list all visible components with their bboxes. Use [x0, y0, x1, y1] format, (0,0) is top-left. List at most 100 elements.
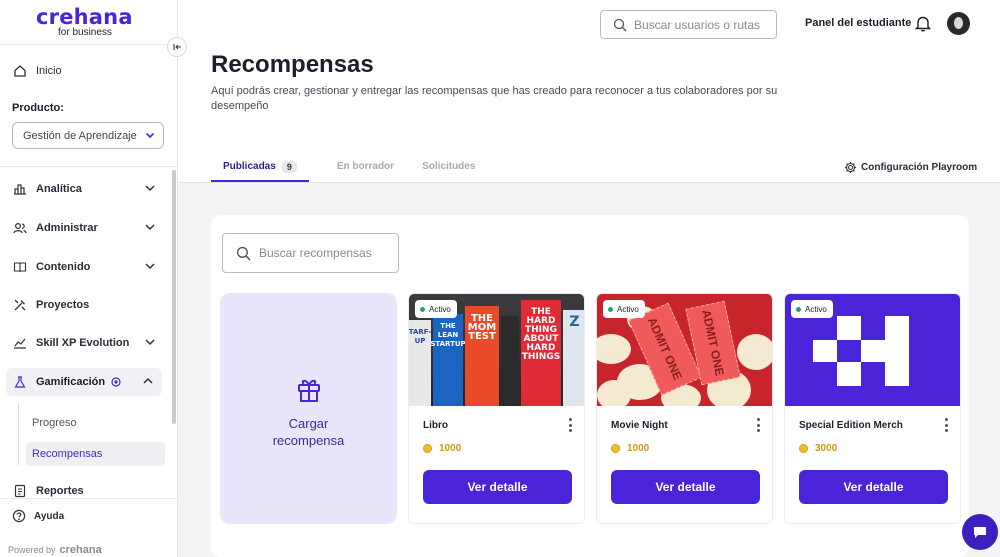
page-header: Recompensas Aquí podrás crear, gestionar… [178, 50, 1000, 183]
view-detail-button[interactable]: Ver detalle [799, 470, 948, 504]
points-value: 1000 [439, 443, 462, 454]
points-value: 3000 [815, 443, 838, 454]
popcorn-kernel [597, 380, 631, 406]
reward-card[interactable]: Activo Special Edition Merch 3000 Ver de… [784, 293, 961, 524]
help-label: Ayuda [34, 510, 65, 522]
config-label: Configuración Playroom [861, 162, 978, 173]
sidebar-item-gamificacion[interactable]: Gamificación [6, 368, 162, 396]
product-label: Producto: [12, 102, 64, 114]
sidebar-item-analitica[interactable]: Analítica [12, 175, 164, 203]
sidebar-subitem-progreso[interactable]: Progreso [26, 411, 165, 435]
chart-up-icon [12, 335, 28, 351]
chevron-up-icon [142, 375, 154, 390]
search-icon [236, 246, 251, 261]
crehana-logo[interactable]: crehana for business [36, 6, 146, 38]
tabs: Publicadas 9 En borrador Solicitudes [211, 156, 503, 183]
submenu-line [18, 403, 19, 465]
reward-points: 3000 [799, 443, 837, 454]
gear-icon [844, 161, 857, 174]
collapse-sidebar-button[interactable] [167, 37, 187, 57]
sidebar-item-label: Proyectos [36, 299, 90, 311]
view-detail-button[interactable]: Ver detalle [611, 470, 760, 504]
logo-wordmark: crehana [36, 5, 133, 29]
reward-name: Libro [423, 420, 448, 431]
product-select-value: Gestión de Aprendizaje [23, 129, 137, 142]
powered-by-label: Powered by [8, 545, 56, 555]
reward-name: Special Edition Merch [799, 420, 903, 431]
page-title: Recompensas [211, 51, 374, 78]
logo-block [885, 316, 909, 386]
search-users-input[interactable]: Buscar usuarios o rutas [600, 10, 777, 39]
help-link[interactable]: Ayuda [12, 509, 64, 523]
logo-subtitle: for business [58, 27, 112, 38]
points-value: 1000 [627, 443, 650, 454]
book-cover: THE LEAN STARTUP [430, 314, 466, 406]
sidebar-item-administrar[interactable]: Administrar [12, 214, 164, 242]
powered-by-brand: crehana [59, 544, 102, 556]
status-dot [608, 306, 613, 312]
top-bar: Buscar usuarios o rutas Panel del estudi… [178, 0, 1000, 50]
reward-name: Movie Night [611, 420, 668, 431]
tab-label: En borrador [336, 161, 395, 172]
product-select[interactable]: Gestión de Aprendizaje [12, 122, 164, 149]
sidebar-item-inicio[interactable]: Inicio [12, 57, 164, 85]
more-options-icon[interactable] [944, 418, 948, 432]
sidebar-item-proyectos[interactable]: Proyectos [12, 291, 164, 319]
sidebar-item-skill-xp[interactable]: Skill XP Evolution [12, 329, 164, 357]
tab-publicadas[interactable]: Publicadas 9 [211, 156, 309, 182]
upload-reward-label: Cargar recompensa [272, 415, 345, 448]
coin-icon [611, 444, 620, 453]
chat-button[interactable] [962, 514, 998, 550]
view-detail-button[interactable]: Ver detalle [423, 470, 572, 504]
tab-solicitudes[interactable]: Solicitudes [422, 156, 475, 182]
help-icon [12, 509, 26, 523]
search-rewards-input[interactable]: Buscar recompensas [222, 233, 399, 273]
sidebar-item-label: Administrar [36, 222, 98, 234]
user-avatar[interactable] [947, 12, 970, 35]
sidebar-subitem-recompensas[interactable]: Recompensas [26, 442, 165, 466]
sidebar: crehana for business Inicio Producto: Ge… [0, 0, 178, 557]
chevron-down-icon [144, 182, 156, 197]
report-icon [12, 483, 28, 499]
book-cover: Z [563, 310, 584, 406]
header-divider [178, 182, 1000, 183]
flask-icon [12, 374, 28, 390]
reward-card[interactable]: TARF-UP THE LEAN STARTUP THE MOM TEST TH… [408, 293, 585, 524]
status-label: Activo [805, 304, 827, 314]
more-options-icon[interactable] [756, 418, 760, 432]
chevron-down-icon [144, 336, 156, 351]
sidebar-item-reportes[interactable]: Reportes [12, 477, 164, 505]
upload-reward-card[interactable]: Cargar recompensa [220, 293, 397, 524]
more-options-icon[interactable] [568, 418, 572, 432]
tab-label: Solicitudes [422, 161, 476, 172]
tab-en-borrador[interactable]: En borrador [337, 156, 394, 182]
search-rewards-placeholder: Buscar recompensas [259, 246, 372, 260]
bell-icon[interactable] [914, 15, 932, 37]
status-dot [420, 306, 425, 312]
bar-chart-icon [12, 181, 28, 197]
sidebar-divider [0, 498, 178, 499]
status-badge: Activo [791, 300, 833, 318]
target-icon [111, 377, 121, 387]
reward-card[interactable]: ADMIT ONE ADMIT ONE Activo Movie Night 1… [596, 293, 773, 524]
student-panel-link[interactable]: Panel del estudiante [805, 17, 911, 29]
chevron-down-icon [145, 130, 155, 143]
book-cover: TARF-UP [409, 320, 431, 406]
chevron-down-icon [144, 260, 156, 275]
sidebar-item-label: Analítica [36, 183, 82, 195]
search-users-placeholder: Buscar usuarios o rutas [634, 17, 761, 32]
sidebar-item-label: Inicio [36, 65, 62, 77]
status-label: Activo [617, 304, 639, 314]
search-icon [613, 18, 627, 32]
logo-notch [837, 340, 861, 362]
sidebar-divider [0, 166, 178, 167]
playroom-config-button[interactable]: Configuración Playroom [844, 161, 977, 174]
status-badge: Activo [415, 300, 457, 318]
book-cover: THE HARD THING ABOUT HARD THINGS [521, 300, 561, 406]
sidebar-item-contenido[interactable]: Contenido [12, 253, 164, 281]
book-cover: THE MOM TEST [465, 306, 499, 406]
sidebar-scrollbar[interactable] [172, 170, 176, 424]
tools-icon [12, 297, 28, 313]
popcorn-kernel [597, 334, 631, 364]
chat-icon [972, 524, 988, 540]
